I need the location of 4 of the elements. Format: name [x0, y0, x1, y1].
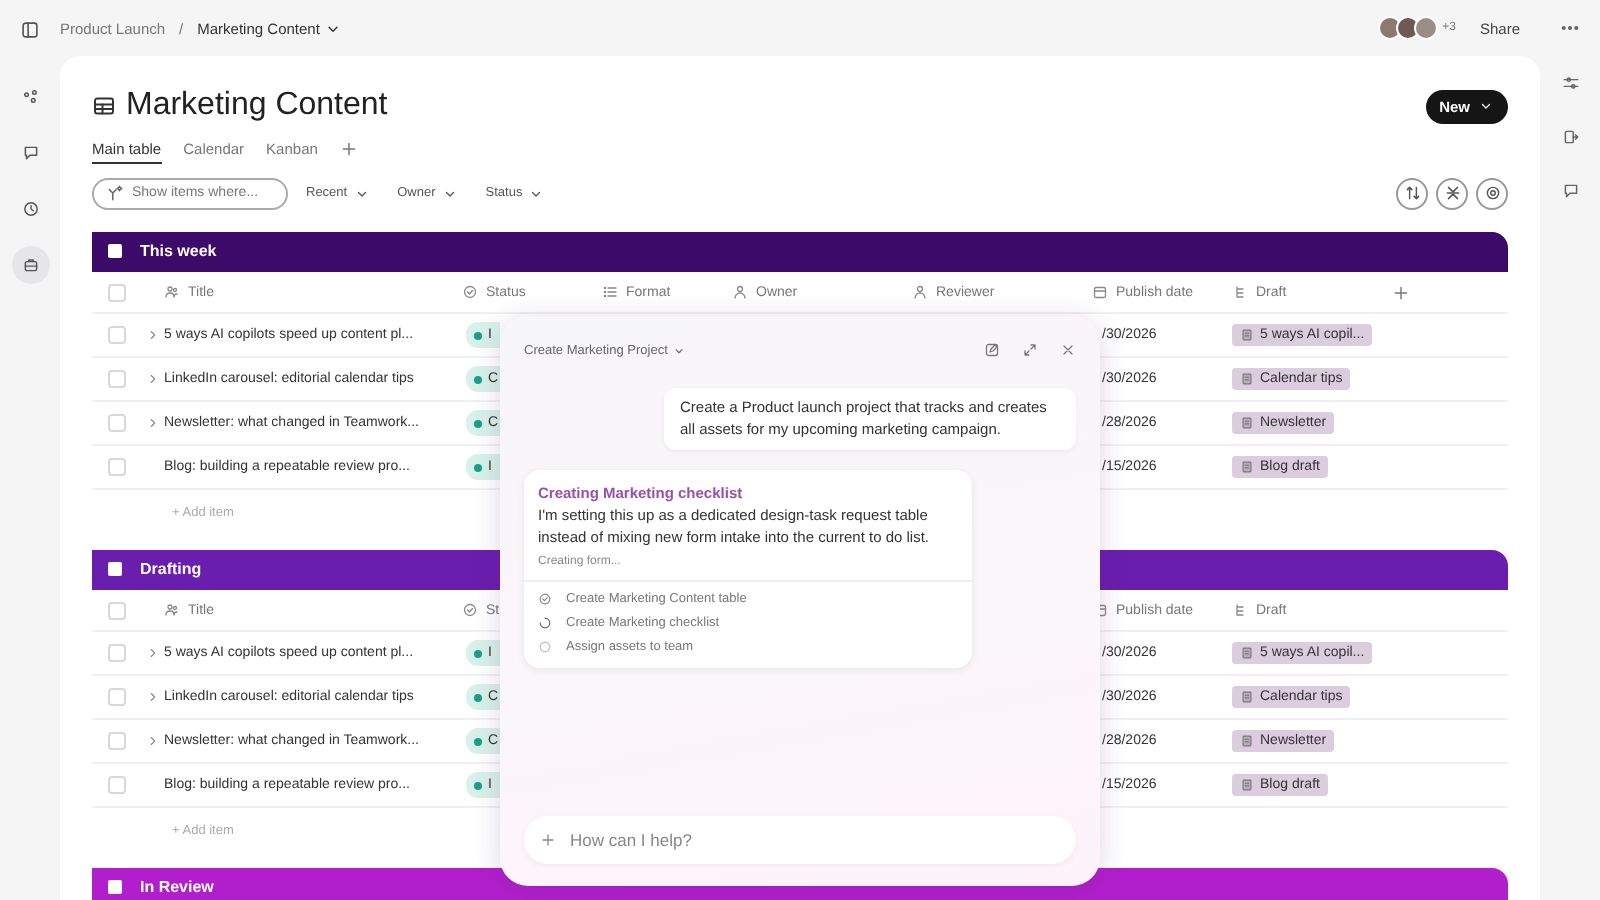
page-title: Marketing Content: [126, 88, 388, 124]
group-title: This week: [140, 242, 217, 260]
group-title: Drafting: [140, 560, 202, 578]
group-title: In Review: [140, 878, 214, 896]
